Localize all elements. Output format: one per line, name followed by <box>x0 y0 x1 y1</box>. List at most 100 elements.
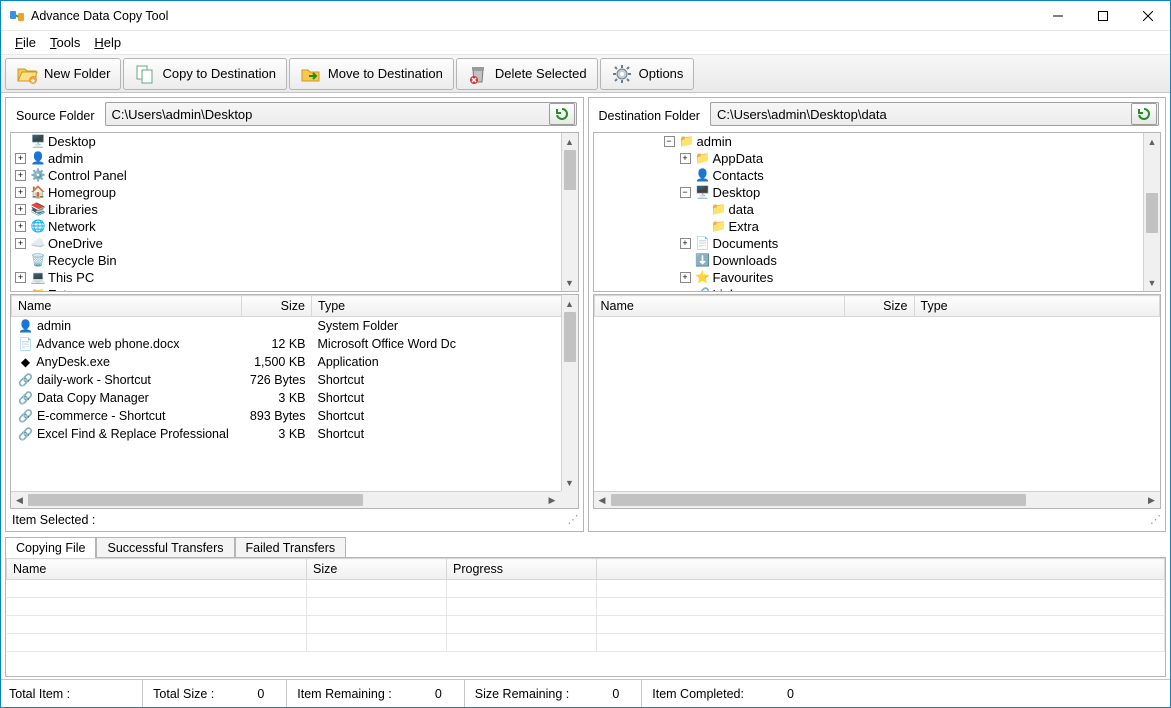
gear-icon <box>611 63 633 85</box>
source-path-input[interactable] <box>106 107 548 122</box>
lib-icon: 📚 <box>30 202 46 218</box>
download-icon: ⬇️ <box>695 253 711 269</box>
net-icon: 🌐 <box>30 219 46 235</box>
destination-file-list[interactable]: Name Size Type ◀▶ <box>593 294 1162 509</box>
destination-tree-scrollbar[interactable]: ▲▼ <box>1143 133 1160 291</box>
folder-icon: 📁 <box>679 134 695 150</box>
folder-icon: 📁 <box>711 202 727 218</box>
destination-path-input[interactable] <box>711 107 1130 122</box>
star-icon: ⭐ <box>695 270 711 286</box>
tree-item[interactable]: +🏠Homegroup <box>15 184 578 201</box>
col-name[interactable]: Name <box>12 296 242 317</box>
col-name[interactable]: Name <box>594 296 844 317</box>
tab-copying-file[interactable]: Copying File <box>5 537 96 558</box>
menu-tools[interactable]: Tools <box>50 35 80 50</box>
col-name[interactable]: Name <box>7 559 307 580</box>
svg-text:★: ★ <box>30 77 36 85</box>
trash-icon <box>467 63 489 85</box>
cloud-icon: ☁️ <box>30 236 46 252</box>
transfer-grid[interactable]: Name Size Progress <box>5 557 1166 677</box>
tab-successful-transfers[interactable]: Successful Transfers <box>96 537 234 558</box>
minimize-button[interactable] <box>1035 1 1080 31</box>
folder-icon: 📁 <box>695 151 711 167</box>
tree-item[interactable]: +⚙️Control Panel <box>15 167 578 184</box>
tab-failed-transfers[interactable]: Failed Transfers <box>235 537 347 558</box>
tree-item[interactable]: +📚Libraries <box>15 201 578 218</box>
col-progress[interactable]: Progress <box>447 559 597 580</box>
move-folder-icon <box>300 63 322 85</box>
list-item[interactable]: ◆ AnyDesk.exe1,500 KBApplication <box>12 353 578 371</box>
documents-icon: 📄 <box>695 236 711 252</box>
lnk-icon: 🔗 <box>18 372 34 388</box>
open-folder-icon: ★ <box>16 63 38 85</box>
move-to-destination-button[interactable]: Move to Destination <box>289 58 454 90</box>
tree-item[interactable]: +🌐Network <box>15 218 578 235</box>
bin-icon: 🗑️ <box>30 253 46 269</box>
delete-selected-button[interactable]: Delete Selected <box>456 58 598 90</box>
source-list-vscroll[interactable]: ▲▼ <box>561 295 578 508</box>
tree-item[interactable]: 🖥️Desktop <box>15 133 578 150</box>
close-button[interactable] <box>1125 1 1170 31</box>
copy-icon <box>134 63 156 85</box>
destination-list-hscroll[interactable]: ◀▶ <box>594 491 1161 508</box>
source-file-list[interactable]: Name Size Type 👤 adminSystem Folder📄 Adv… <box>10 294 579 509</box>
col-type[interactable]: Type <box>312 296 578 317</box>
options-button[interactable]: Options <box>600 58 695 90</box>
list-item[interactable]: 🔗 Data Copy Manager3 KBShortcut <box>12 389 578 407</box>
maximize-button[interactable] <box>1080 1 1125 31</box>
list-item[interactable]: 🔗 E-commerce - Shortcut893 BytesShortcut <box>12 407 578 425</box>
titlebar: Advance Data Copy Tool <box>1 1 1170 31</box>
resize-grip-icon[interactable]: ⋰ <box>1150 513 1159 527</box>
pc-icon: 💻 <box>30 270 46 286</box>
lnk-icon: 🔗 <box>18 408 34 424</box>
source-refresh-button[interactable] <box>549 103 575 125</box>
col-size[interactable]: Size <box>844 296 914 317</box>
docx-icon: 📄 <box>18 336 34 352</box>
col-size[interactable]: Size <box>307 559 447 580</box>
contacts-icon: 👤 <box>695 168 711 184</box>
source-pane: Source Folder 🖥️Desktop+👤admin+⚙️Control… <box>5 97 584 532</box>
monitor-icon: 🖥️ <box>30 134 46 150</box>
list-item[interactable]: 🔗 Excel Find & Replace Professional3 KBS… <box>12 425 578 443</box>
transfer-tabs: Copying File Successful Transfers Failed… <box>5 536 1166 677</box>
source-path-box <box>105 102 577 126</box>
resize-grip-icon[interactable]: ⋰ <box>568 513 577 527</box>
lnk-icon: 🔗 <box>18 426 34 442</box>
tree-item[interactable]: 🗑️Recycle Bin <box>15 252 578 269</box>
source-label: Source Folder <box>12 105 99 123</box>
window-title: Advance Data Copy Tool <box>31 9 168 23</box>
user-icon: 👤 <box>30 151 46 167</box>
folder-icon: 📁 <box>30 287 46 293</box>
tree-item[interactable]: 📁Extra <box>15 286 578 292</box>
user-icon: 👤 <box>18 318 34 334</box>
menu-file[interactable]: File <box>15 35 36 50</box>
tree-item[interactable]: +☁️OneDrive <box>15 235 578 252</box>
list-item[interactable]: 📄 Advance web phone.docx12 KBMicrosoft O… <box>12 335 578 353</box>
tree-item[interactable]: +👤admin <box>15 150 578 167</box>
destination-refresh-button[interactable] <box>1131 103 1157 125</box>
menubar: File Tools Help <box>1 31 1170 55</box>
lnk-icon: 🔗 <box>18 390 34 406</box>
toolbar: ★ New Folder Copy to Destination Move to… <box>1 55 1170 93</box>
col-type[interactable]: Type <box>914 296 1160 317</box>
destination-label: Destination Folder <box>595 105 704 123</box>
status-bar: Total Item : Total Size :0 Item Remainin… <box>1 679 1170 707</box>
link-icon: 🔗 <box>695 287 711 293</box>
cpanel-icon: ⚙️ <box>30 168 46 184</box>
source-list-hscroll[interactable]: ◀▶ <box>11 491 561 508</box>
destination-tree[interactable]: −📁admin +📁AppData 👤Contacts −🖥️Desktop 📁… <box>593 132 1162 292</box>
exe-icon: ◆ <box>18 354 34 370</box>
copy-to-destination-button[interactable]: Copy to Destination <box>123 58 286 90</box>
menu-help[interactable]: Help <box>94 35 121 50</box>
tree-item[interactable]: +💻This PC <box>15 269 578 286</box>
destination-path-box <box>710 102 1159 126</box>
col-size[interactable]: Size <box>242 296 312 317</box>
source-tree-scrollbar[interactable]: ▲▼ <box>561 133 578 291</box>
desktop-icon: 🖥️ <box>695 185 711 201</box>
new-folder-button[interactable]: ★ New Folder <box>5 58 121 90</box>
list-item[interactable]: 👤 adminSystem Folder <box>12 317 578 336</box>
destination-pane: Destination Folder −📁admin +📁AppData 👤Co… <box>588 97 1167 532</box>
app-icon <box>9 8 25 24</box>
source-tree[interactable]: 🖥️Desktop+👤admin+⚙️Control Panel+🏠Homegr… <box>10 132 579 292</box>
list-item[interactable]: 🔗 daily-work - Shortcut726 BytesShortcut <box>12 371 578 389</box>
